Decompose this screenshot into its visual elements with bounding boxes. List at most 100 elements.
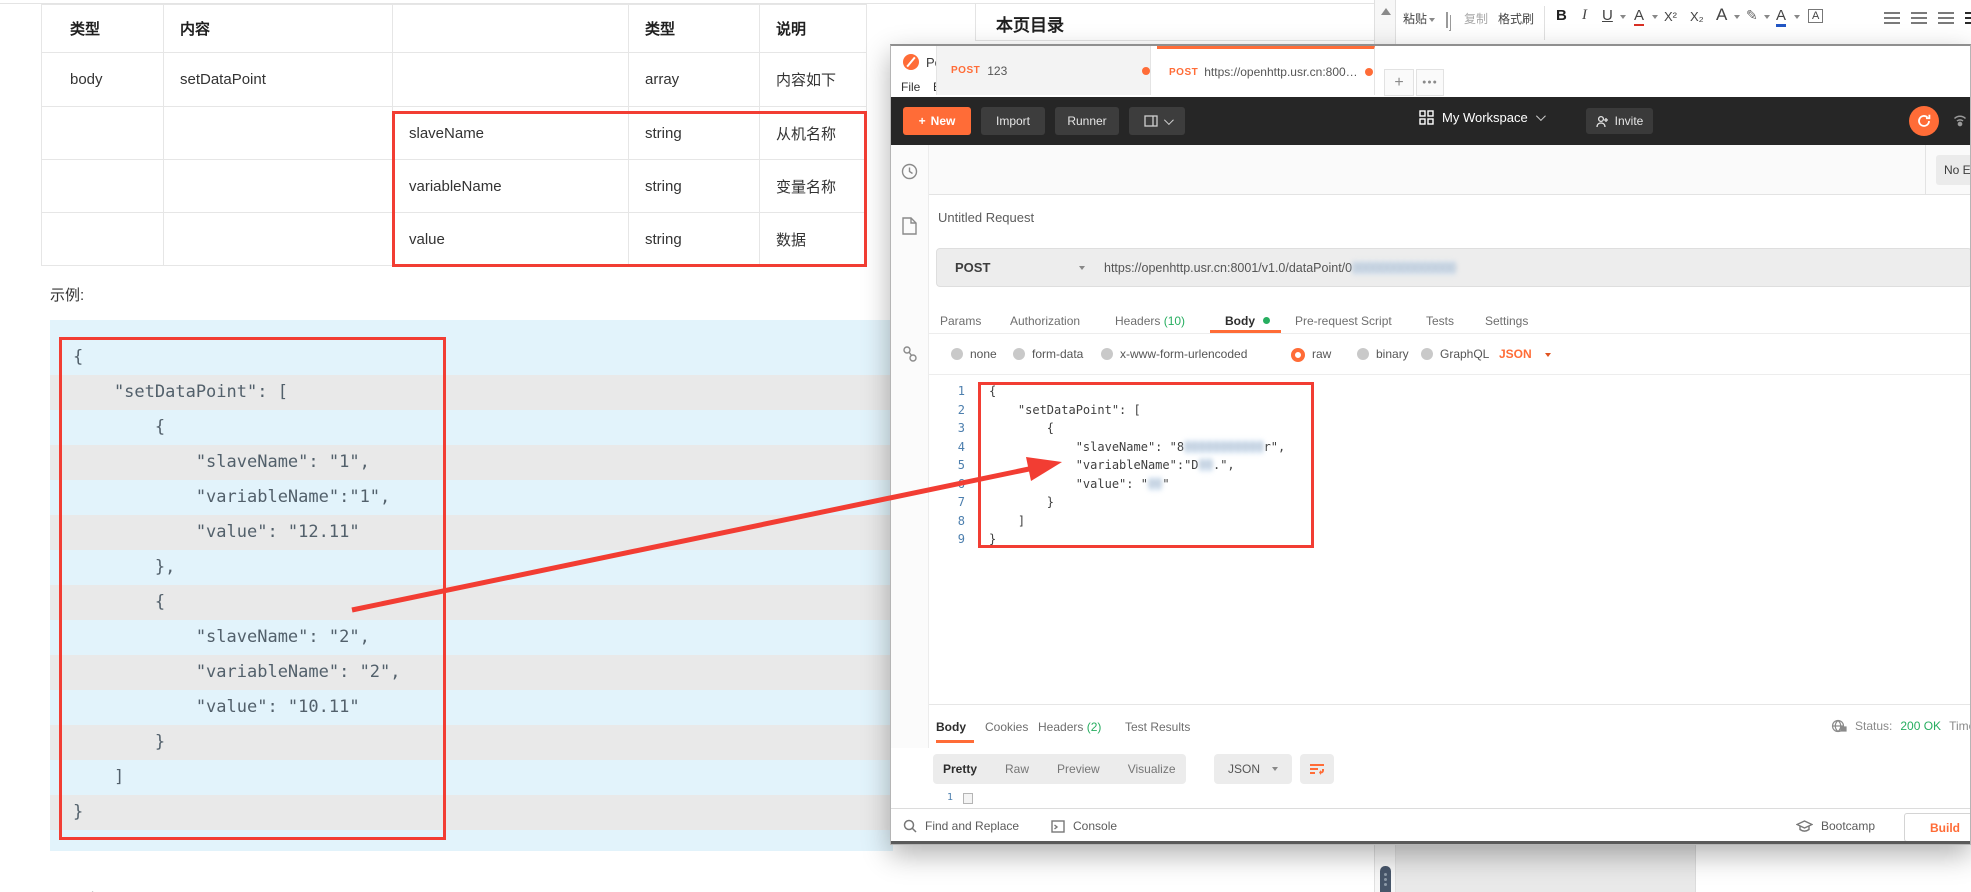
environment-selector[interactable]: No Environment bbox=[1936, 155, 1971, 185]
scrollbar-thumb[interactable] bbox=[1380, 866, 1391, 892]
wps-toolbar: 粘贴 复制 格式刷 B I U A X² X₂ A ✎ A A bbox=[1396, 0, 1971, 47]
copy-icon[interactable] bbox=[1446, 13, 1448, 27]
chevron-down-icon[interactable] bbox=[1794, 15, 1800, 19]
scrollbar-up-arrow-icon[interactable] bbox=[1381, 8, 1391, 15]
capture-requests-icon[interactable] bbox=[1951, 113, 1969, 132]
radio-graphql[interactable] bbox=[1421, 348, 1433, 360]
character-border-button[interactable]: A bbox=[1808, 9, 1823, 23]
new-button[interactable]: + New bbox=[903, 107, 971, 135]
window-bottom-edge bbox=[891, 841, 1971, 844]
view-pretty[interactable]: Pretty bbox=[943, 762, 977, 776]
tab-params[interactable]: Params bbox=[940, 314, 981, 328]
response-line-number: 1 bbox=[947, 792, 953, 803]
align-justify-icon[interactable] bbox=[1965, 12, 1971, 24]
response-tab-body[interactable]: Body bbox=[936, 720, 966, 734]
collapse-icon[interactable] bbox=[963, 793, 973, 804]
response-tab-test-results[interactable]: Test Results bbox=[1125, 720, 1190, 734]
wrap-lines-icon bbox=[1309, 762, 1325, 776]
sync-button[interactable] bbox=[1909, 106, 1939, 136]
green-dot-icon bbox=[1263, 317, 1270, 324]
invite-button[interactable]: Invite bbox=[1586, 108, 1653, 134]
align-left-icon[interactable] bbox=[1884, 12, 1900, 24]
find-and-replace-button[interactable]: Find and Replace bbox=[903, 819, 1019, 833]
radio-form-data[interactable] bbox=[1013, 348, 1025, 360]
wrap-text-button[interactable] bbox=[1300, 754, 1334, 784]
paste-button[interactable]: 粘贴 bbox=[1403, 10, 1435, 27]
italic-button[interactable]: I bbox=[1582, 7, 1587, 24]
history-clock-icon[interactable] bbox=[901, 163, 918, 180]
request-tab-active[interactable]: POST https://openhttp.usr.cn:8001/... bbox=[1157, 46, 1375, 95]
tab-pre-request-script[interactable]: Pre-request Script bbox=[1295, 314, 1392, 328]
request-tab[interactable]: POST 123 bbox=[936, 46, 1151, 95]
change-case-button[interactable]: A bbox=[1716, 5, 1727, 25]
radio-raw-selected[interactable] bbox=[1291, 348, 1305, 362]
plus-icon: + bbox=[919, 114, 926, 128]
chevron-down-icon[interactable] bbox=[1620, 15, 1626, 19]
url-bar: POST https://openhttp.usr.cn:8001/v1.0/d… bbox=[936, 248, 1971, 287]
annotation-box-postman-body bbox=[978, 382, 1314, 548]
format-painter-button[interactable]: 格式刷 bbox=[1498, 10, 1534, 27]
chevron-down-icon[interactable] bbox=[1764, 15, 1770, 19]
graduation-cap-icon bbox=[1796, 820, 1813, 833]
body-language-selector[interactable]: JSON bbox=[1499, 347, 1532, 361]
chevron-down-icon[interactable] bbox=[1545, 353, 1551, 357]
chevron-down-icon[interactable] bbox=[1079, 266, 1085, 270]
tab-settings[interactable]: Settings bbox=[1485, 314, 1528, 328]
globe-lock-icon[interactable] bbox=[1831, 718, 1847, 734]
response-tab-headers[interactable]: Headers (2) bbox=[1038, 720, 1101, 734]
request-tab-bar bbox=[891, 145, 1971, 195]
radio-binary[interactable] bbox=[1357, 348, 1369, 360]
import-button[interactable]: Import bbox=[981, 107, 1045, 135]
table-cell bbox=[42, 107, 164, 160]
radio-x-www-form-urlencoded[interactable] bbox=[1101, 348, 1113, 360]
table-header: 内容 bbox=[164, 5, 393, 53]
url-input[interactable]: https://openhttp.usr.cn:8001/v1.0/dataPo… bbox=[1104, 261, 1456, 275]
menu-file[interactable]: File bbox=[901, 80, 920, 94]
bold-button[interactable]: B bbox=[1556, 7, 1567, 24]
tab-body[interactable]: Body bbox=[1225, 314, 1255, 328]
collections-file-icon[interactable] bbox=[902, 217, 917, 235]
table-header: 说明 bbox=[760, 5, 867, 53]
tab-headers[interactable]: Headers (10) bbox=[1115, 314, 1185, 328]
tab-authorization[interactable]: Authorization bbox=[1010, 314, 1080, 328]
postman-header: + New Import Runner My Workspace Invite bbox=[891, 97, 1971, 145]
table-cell: body bbox=[42, 53, 164, 107]
window-panel-icon bbox=[1144, 115, 1158, 127]
chevron-down-icon bbox=[1429, 18, 1435, 22]
toc-title: 本页目录 bbox=[996, 11, 1064, 36]
chevron-down-icon bbox=[1536, 111, 1546, 121]
text-effect-button[interactable]: A bbox=[1634, 7, 1644, 26]
underline-button[interactable]: U bbox=[1602, 7, 1613, 24]
chevron-down-icon[interactable] bbox=[1652, 15, 1658, 19]
build-button[interactable]: Build bbox=[1904, 813, 1971, 842]
copy-button[interactable]: 复制 bbox=[1464, 10, 1488, 27]
new-tab-button[interactable]: + bbox=[1384, 69, 1414, 96]
table-cell: setDataPoint bbox=[164, 53, 393, 107]
align-center-icon[interactable] bbox=[1911, 12, 1927, 24]
open-new-window-button[interactable] bbox=[1129, 107, 1185, 135]
font-color-button[interactable]: A bbox=[1776, 7, 1786, 27]
apis-share-icon[interactable] bbox=[902, 345, 918, 363]
align-right-icon[interactable] bbox=[1938, 12, 1954, 24]
response-tab-cookies[interactable]: Cookies bbox=[985, 720, 1028, 734]
chevron-down-icon[interactable] bbox=[1734, 15, 1740, 19]
tab-options-button[interactable]: ●●● bbox=[1416, 69, 1444, 96]
table-header: 类型 bbox=[42, 5, 164, 53]
bootcamp-button[interactable]: Bootcamp bbox=[1796, 819, 1875, 833]
view-raw[interactable]: Raw bbox=[1005, 762, 1029, 776]
view-preview[interactable]: Preview bbox=[1057, 762, 1100, 776]
runner-button[interactable]: Runner bbox=[1055, 107, 1119, 135]
subscript-button[interactable]: X₂ bbox=[1690, 9, 1704, 24]
console-button[interactable]: Console bbox=[1051, 819, 1117, 833]
method-selector[interactable]: POST bbox=[955, 260, 990, 275]
divider bbox=[1925, 145, 1926, 194]
response-language-selector[interactable]: JSON bbox=[1214, 754, 1292, 784]
highlight-pen-icon[interactable]: ✎ bbox=[1746, 7, 1758, 24]
workspace-selector[interactable]: My Workspace bbox=[1419, 110, 1543, 125]
table-cell bbox=[164, 107, 393, 160]
wps-document-page bbox=[1695, 845, 1971, 892]
radio-none[interactable] bbox=[951, 348, 963, 360]
view-visualize[interactable]: Visualize bbox=[1128, 762, 1176, 776]
tab-tests[interactable]: Tests bbox=[1426, 314, 1454, 328]
superscript-button[interactable]: X² bbox=[1664, 9, 1677, 24]
